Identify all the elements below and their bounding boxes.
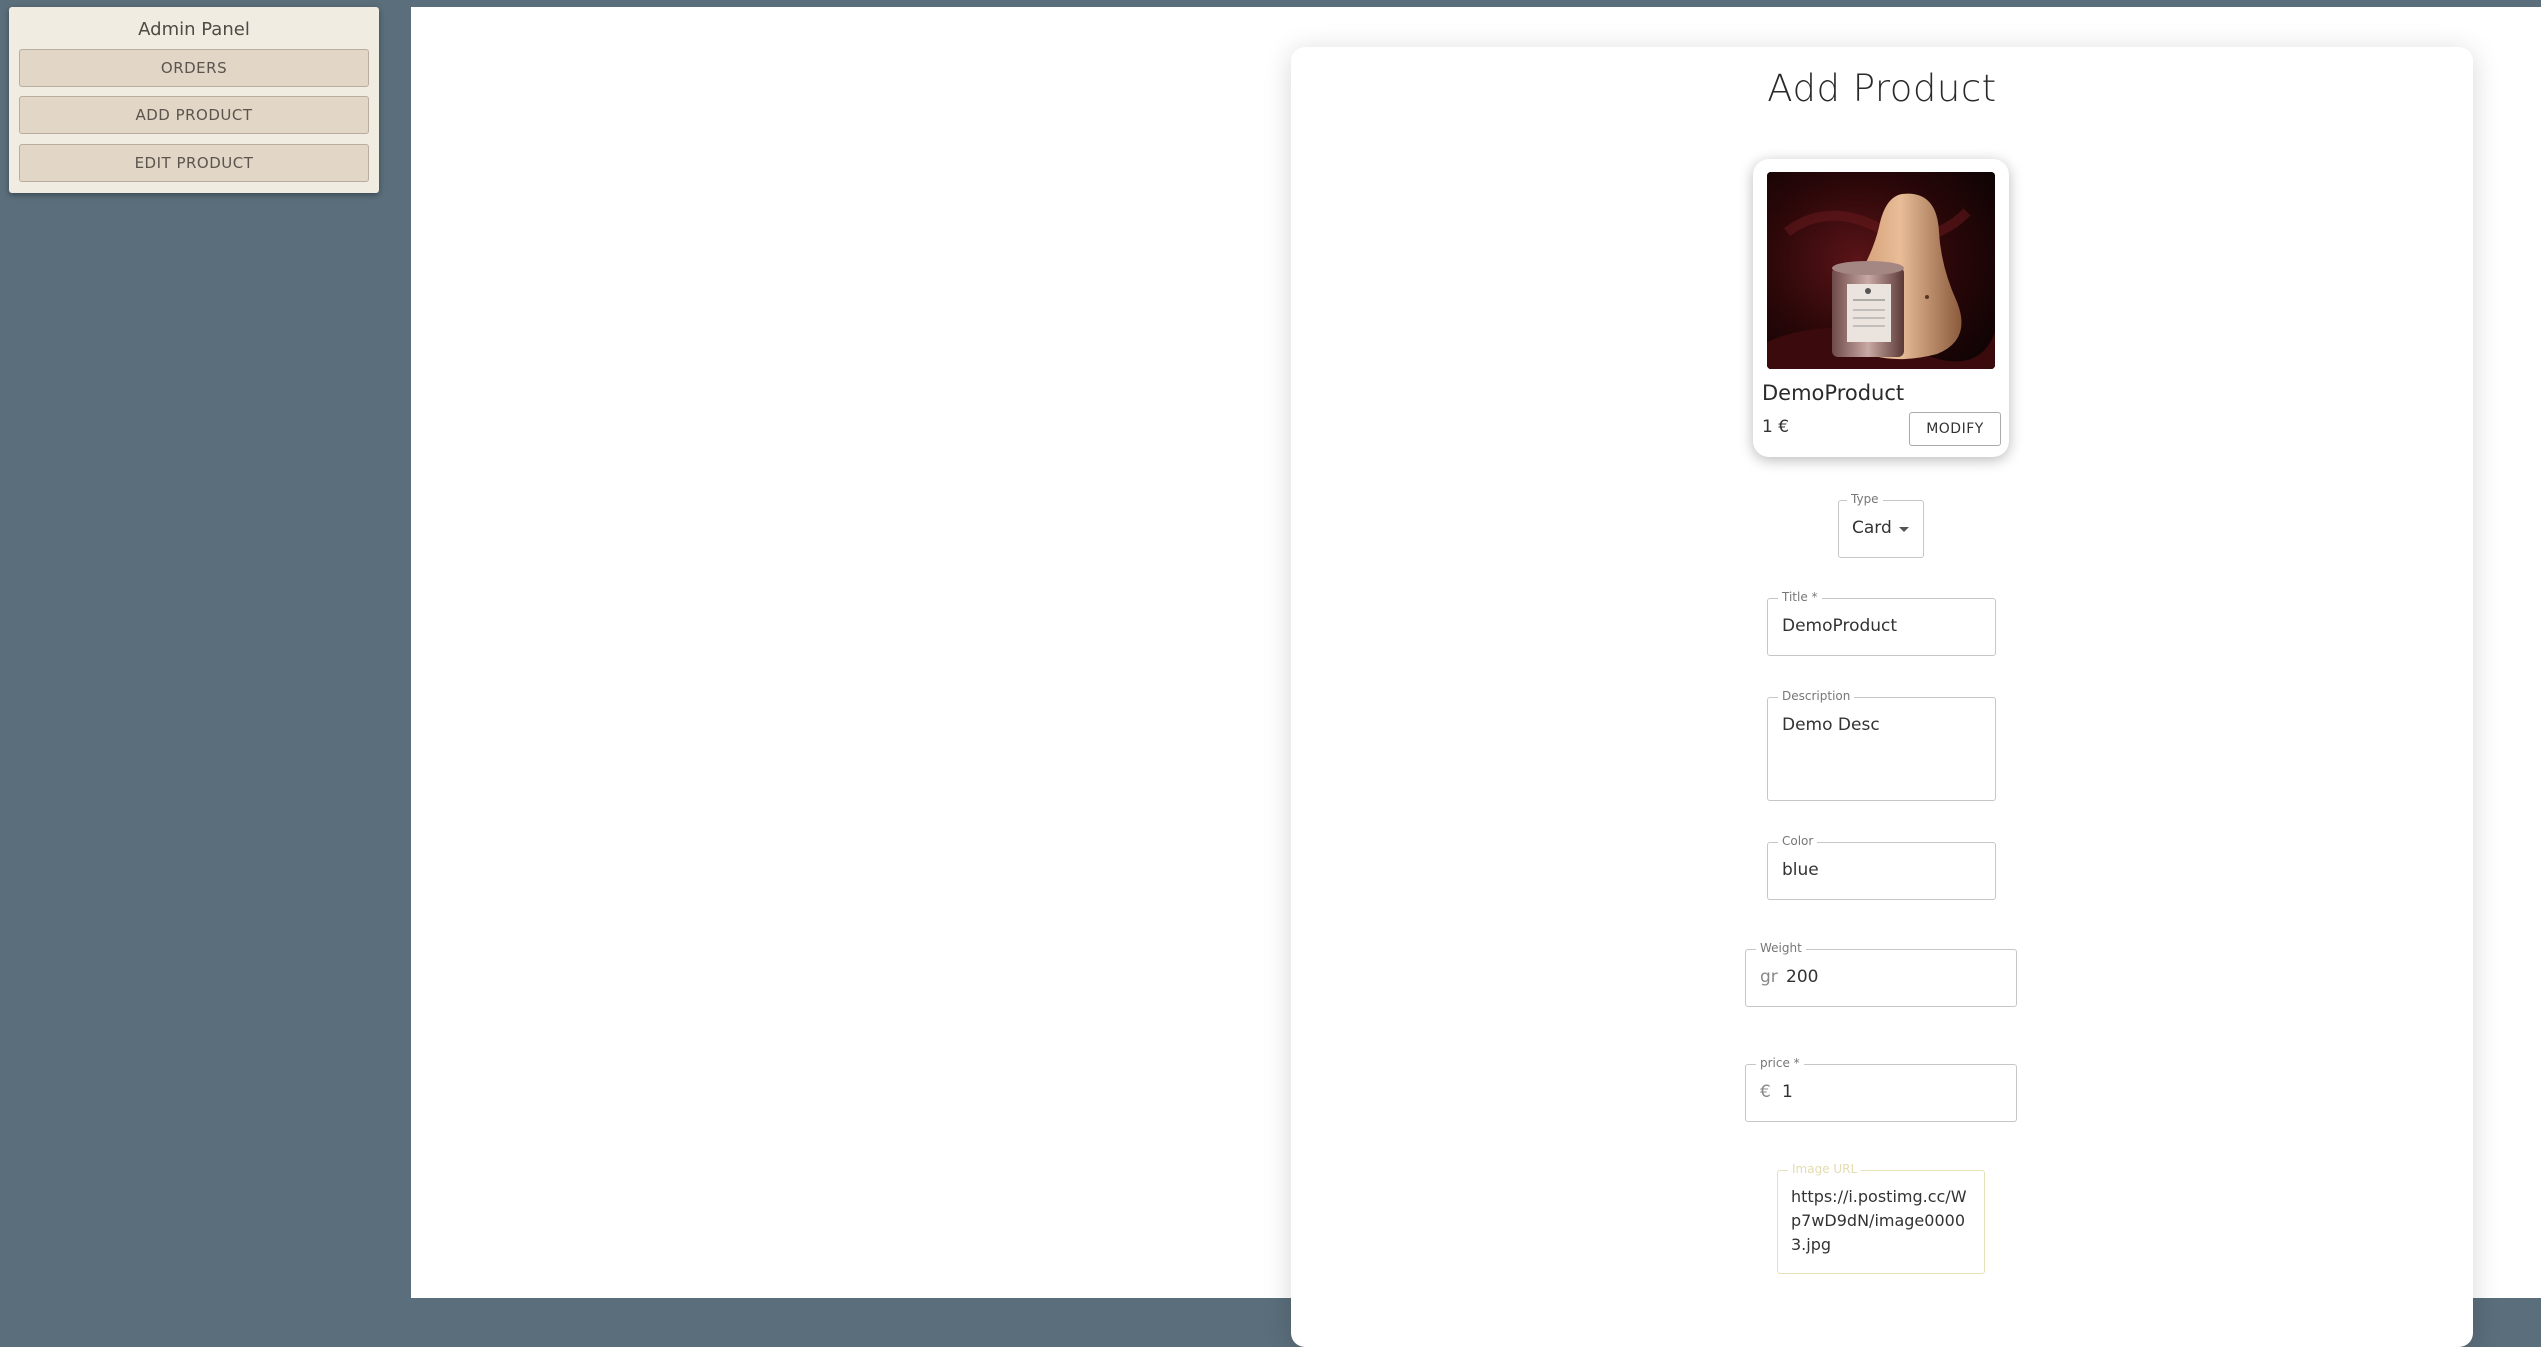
main-content: Add Product DemoProduct 1 € MODIFY Type …: [411, 7, 2541, 1347]
orders-button[interactable]: ORDERS: [19, 49, 369, 87]
type-select[interactable]: Type Card: [1838, 492, 1924, 558]
image-url-input[interactable]: https://i.postimg.cc/Wp7wD9dN/image00003…: [1791, 1185, 1971, 1257]
price-label: price *: [1756, 1056, 1804, 1070]
card-product-title: DemoProduct: [1762, 381, 1905, 405]
weight-field[interactable]: Weight gr 200: [1745, 941, 2017, 1007]
product-photo: [1767, 172, 1995, 369]
price-input[interactable]: 1: [1782, 1082, 1793, 1102]
title-label: Title *: [1778, 590, 1822, 604]
edit-product-button[interactable]: EDIT PRODUCT: [19, 144, 369, 182]
add-product-button[interactable]: ADD PRODUCT: [19, 96, 369, 134]
weight-label: Weight: [1756, 941, 1806, 955]
chevron-down-icon: [1899, 527, 1909, 532]
title-field[interactable]: Title * DemoProduct: [1767, 590, 1996, 656]
sidebar-title: Admin Panel: [138, 19, 250, 40]
title-input[interactable]: DemoProduct: [1782, 616, 1897, 636]
description-label: Description: [1778, 689, 1855, 703]
product-preview-card: DemoProduct 1 € MODIFY: [1753, 159, 2009, 457]
weight-input[interactable]: 200: [1786, 967, 1818, 987]
color-field[interactable]: Color blue: [1767, 834, 1996, 900]
page-title: Add Product: [1767, 67, 1997, 110]
add-product-panel: Add Product DemoProduct 1 € MODIFY Type …: [1291, 47, 2473, 1347]
card-product-price: 1 €: [1762, 417, 1790, 437]
description-input[interactable]: Demo Desc: [1782, 715, 1880, 735]
type-label: Type: [1847, 492, 1883, 506]
admin-sidebar: Admin Panel ORDERS ADD PRODUCT EDIT PROD…: [9, 7, 379, 193]
description-field[interactable]: Description Demo Desc: [1767, 689, 1996, 801]
modify-button[interactable]: MODIFY: [1909, 412, 2001, 446]
type-value: Card: [1852, 518, 1892, 538]
color-input[interactable]: blue: [1782, 860, 1819, 880]
product-image: [1767, 172, 1995, 369]
price-currency: €: [1760, 1082, 1771, 1102]
weight-unit: gr: [1760, 967, 1778, 987]
image-url-field[interactable]: Image URL https://i.postimg.cc/Wp7wD9dN/…: [1777, 1162, 1985, 1274]
color-label: Color: [1778, 834, 1818, 848]
image-url-label: Image URL: [1788, 1162, 1862, 1176]
price-field[interactable]: price * € 1: [1745, 1056, 2017, 1122]
